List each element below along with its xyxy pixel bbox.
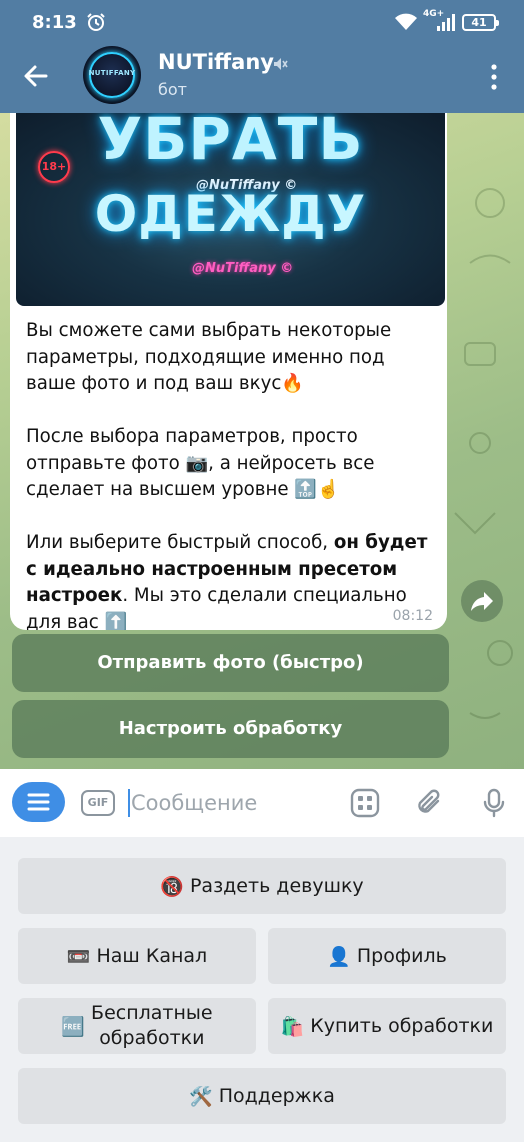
tools-icon: 🛠️: [189, 1085, 213, 1108]
configure-processing-button[interactable]: Настроить обработку: [12, 700, 449, 758]
text-caret: [128, 789, 130, 817]
wifi-icon: [395, 13, 417, 30]
muted-icon: [274, 58, 288, 70]
battery-indicator: 41: [462, 14, 499, 31]
buy-processing-button[interactable]: 🛍️ Купить обработки: [268, 998, 506, 1054]
send-photo-fast-button[interactable]: Отправить фото (быстро): [12, 634, 449, 692]
avatar-text: NUTIFFANY: [88, 69, 136, 77]
alarm-icon: [87, 13, 105, 31]
chat-title[interactable]: NUTiffany: [158, 50, 274, 74]
status-bar: 8:13 4G+ 41: [0, 0, 524, 44]
share-arrow-icon: [471, 592, 493, 611]
message-paragraph-1: Вы сможете сами выбрать некоторые параме…: [26, 320, 392, 394]
banner-line-1: УБРАТЬ: [97, 113, 364, 173]
message-image-banner: 18+ УБРАТЬ @NuTiffany © ОДЕЖДУ @NuTiffan…: [16, 113, 445, 306]
buy-processing-label: Купить обработки: [310, 1015, 494, 1037]
bot-avatar[interactable]: NUTIFFANY: [83, 46, 141, 104]
adult-only-icon: 🔞: [160, 875, 184, 898]
free-processing-button[interactable]: 🆓 Бесплатные обработки: [18, 998, 256, 1054]
attach-paperclip-icon[interactable]: [414, 787, 446, 819]
free-processing-label-line2: обработки: [99, 1027, 205, 1049]
back-arrow-icon[interactable]: [20, 60, 52, 92]
undress-label: Раздеть девушку: [189, 875, 364, 897]
undress-button[interactable]: 🔞 Раздеть девушку: [18, 858, 506, 914]
videocassette-icon: 📼: [66, 945, 91, 968]
gif-button[interactable]: GIF: [81, 790, 115, 816]
support-button[interactable]: 🛠️ Поддержка: [18, 1068, 506, 1124]
share-button[interactable]: [461, 580, 503, 622]
banner-watermark-bottom: @NuTiffany ©: [192, 261, 294, 276]
our-channel-button[interactable]: 📼 Наш Канал: [18, 928, 256, 984]
message-input[interactable]: [131, 785, 336, 821]
top-bar: 8:13 4G+ 41 NUTIFFANY NUTiffany бот: [0, 0, 524, 113]
paragraph-3-start: Или выберите быстрый способ,: [26, 532, 334, 553]
bot-message: 18+ УБРАТЬ @NuTiffany © ОДЕЖДУ @NuTiffan…: [10, 113, 447, 630]
bot-keyboard: 🔞 Раздеть девушку 📼 Наш Канал 👤 Профиль …: [0, 837, 524, 1142]
message-time: 08:12: [392, 608, 433, 624]
signal-icon: [437, 14, 455, 31]
menu-lines-icon: [27, 793, 50, 811]
shopping-bags-icon: 🛍️: [280, 1015, 305, 1038]
keyboard-grid-icon[interactable]: [349, 787, 381, 819]
message-paragraph-3: Или выберите быстрый способ, он будет с …: [26, 530, 438, 630]
banner-line-2: ОДЕЖДУ: [94, 185, 367, 243]
free-badge-icon: 🆓: [61, 1015, 86, 1038]
bot-menu-button[interactable]: [12, 782, 65, 822]
profile-label: Профиль: [356, 945, 447, 967]
our-channel-label: Наш Канал: [96, 945, 208, 967]
microphone-icon[interactable]: [478, 787, 510, 819]
chat-area[interactable]: 18+ УБРАТЬ @NuTiffany © ОДЕЖДУ @NuTiffan…: [0, 113, 524, 769]
more-options-icon[interactable]: [488, 64, 500, 90]
status-time: 8:13: [32, 12, 77, 33]
message-input-bar: GIF: [0, 769, 524, 837]
message-text: Вы сможете сами выбрать некоторые параме…: [26, 318, 438, 630]
message-paragraph-2: После выбора параметров, просто отправьт…: [26, 426, 375, 500]
user-silhouette-icon: 👤: [327, 945, 351, 968]
profile-button[interactable]: 👤 Профиль: [268, 928, 506, 984]
support-label: Поддержка: [218, 1085, 335, 1107]
chat-subtitle: бот: [158, 80, 187, 99]
free-processing-label: Бесплатные обработки: [91, 1001, 213, 1051]
free-processing-label-line1: Бесплатные: [91, 1002, 213, 1024]
